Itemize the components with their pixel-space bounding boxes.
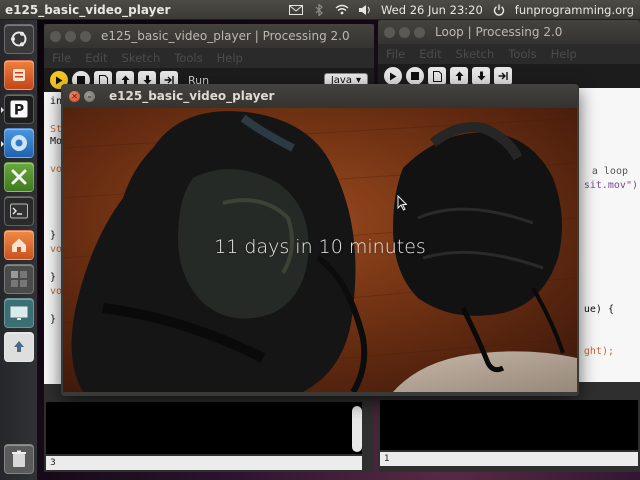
menu-file[interactable]: File [386, 47, 405, 61]
sublime-icon[interactable] [4, 60, 34, 90]
code-line: } [50, 314, 57, 325]
mail-icon[interactable] [288, 4, 303, 16]
trash-icon[interactable] [4, 444, 34, 474]
minimize-icon[interactable] [399, 26, 410, 38]
top-panel: e125_basic_video_player Wed 26 Jun 23:20… [0, 0, 640, 20]
code-line: } [50, 272, 57, 283]
wifi-icon[interactable] [335, 4, 349, 16]
code-line: ght); [583, 346, 614, 357]
editor-right-console [380, 400, 638, 450]
active-app-title: e125_basic_video_player [5, 2, 171, 17]
video-overlay-caption: 11 days in 10 minutes [214, 236, 426, 258]
menu-sketch[interactable]: Sketch [122, 51, 161, 65]
open-button[interactable] [450, 67, 468, 85]
editor-right-statusbar: 1 [380, 452, 638, 466]
editor-left-console [46, 402, 362, 454]
ubuntu-home-icon[interactable] [4, 24, 34, 54]
cross-tool-icon[interactable] [4, 162, 34, 192]
volume-icon[interactable] [358, 4, 372, 16]
stop-button[interactable] [406, 67, 424, 85]
maximize-icon[interactable] [80, 30, 91, 42]
processing-icon[interactable]: P [4, 94, 34, 124]
editor-right-titlebar[interactable]: Loop | Processing 2.0 [378, 20, 640, 44]
video-frame[interactable]: 11 days in 10 minutes [63, 108, 577, 392]
code-line: a loop [591, 166, 628, 177]
new-button[interactable] [428, 67, 446, 85]
editor-left-titlebar[interactable]: e125_basic_video_player | Processing 2.0 [44, 24, 374, 48]
terminal-icon[interactable] [4, 196, 34, 226]
home-folder-icon[interactable] [4, 230, 34, 260]
menu-help[interactable]: Help [551, 47, 577, 61]
launcher: P [0, 20, 38, 480]
menu-sketch[interactable]: Sketch [456, 47, 495, 61]
menu-edit[interactable]: Edit [85, 51, 107, 65]
menu-help[interactable]: Help [217, 51, 243, 65]
power-icon[interactable] [492, 4, 506, 16]
player-titlebar[interactable]: ✕ – e125_basic_video_player [63, 84, 577, 108]
editor-right-menubar: File Edit Sketch Tools Help [378, 44, 640, 64]
user-name[interactable]: funprogramming.org [515, 3, 634, 17]
video-player-window: ✕ – e125_basic_video_player 11 days in 1… [61, 84, 579, 396]
monitor-icon[interactable] [4, 298, 34, 328]
close-icon[interactable]: ✕ [69, 90, 80, 102]
upload-icon[interactable] [4, 332, 34, 362]
player-title: e125_basic_video_player [109, 89, 275, 103]
menu-edit[interactable]: Edit [419, 47, 441, 61]
export-button[interactable] [494, 67, 512, 85]
close-icon[interactable] [50, 30, 61, 42]
minimize-icon[interactable] [65, 30, 76, 42]
save-button[interactable] [472, 67, 490, 85]
maximize-icon[interactable] [414, 26, 425, 38]
editor-left-title: e125_basic_video_player | Processing 2.0 [101, 29, 350, 43]
close-icon[interactable] [384, 26, 395, 38]
menu-tools[interactable]: Tools [508, 47, 536, 61]
menu-tools[interactable]: Tools [174, 51, 202, 65]
chromium-icon[interactable] [4, 128, 34, 158]
minimize-icon[interactable]: – [84, 90, 95, 102]
svg-text:P: P [14, 103, 24, 119]
console-scrollbar[interactable] [352, 406, 362, 452]
code-line: sit.mov") [583, 180, 638, 191]
editor-right-title: Loop | Processing 2.0 [435, 25, 563, 39]
indicator-area: Wed 26 Jun 23:20 funprogramming.org [288, 3, 640, 17]
mouse-pointer-icon [397, 195, 407, 211]
code-line: ue) { [583, 304, 614, 315]
menu-file[interactable]: File [52, 51, 71, 65]
line-number: 3 [50, 458, 56, 468]
workspace-switcher-icon[interactable] [4, 264, 34, 294]
run-button[interactable] [384, 67, 402, 85]
bluetooth-icon[interactable] [312, 3, 326, 16]
editor-left-menubar: File Edit Sketch Tools Help [44, 48, 374, 68]
code-line: } [50, 230, 57, 241]
clock[interactable]: Wed 26 Jun 23:20 [381, 3, 483, 17]
editor-left-statusbar: 3 [46, 456, 362, 470]
line-number: 1 [384, 454, 390, 464]
